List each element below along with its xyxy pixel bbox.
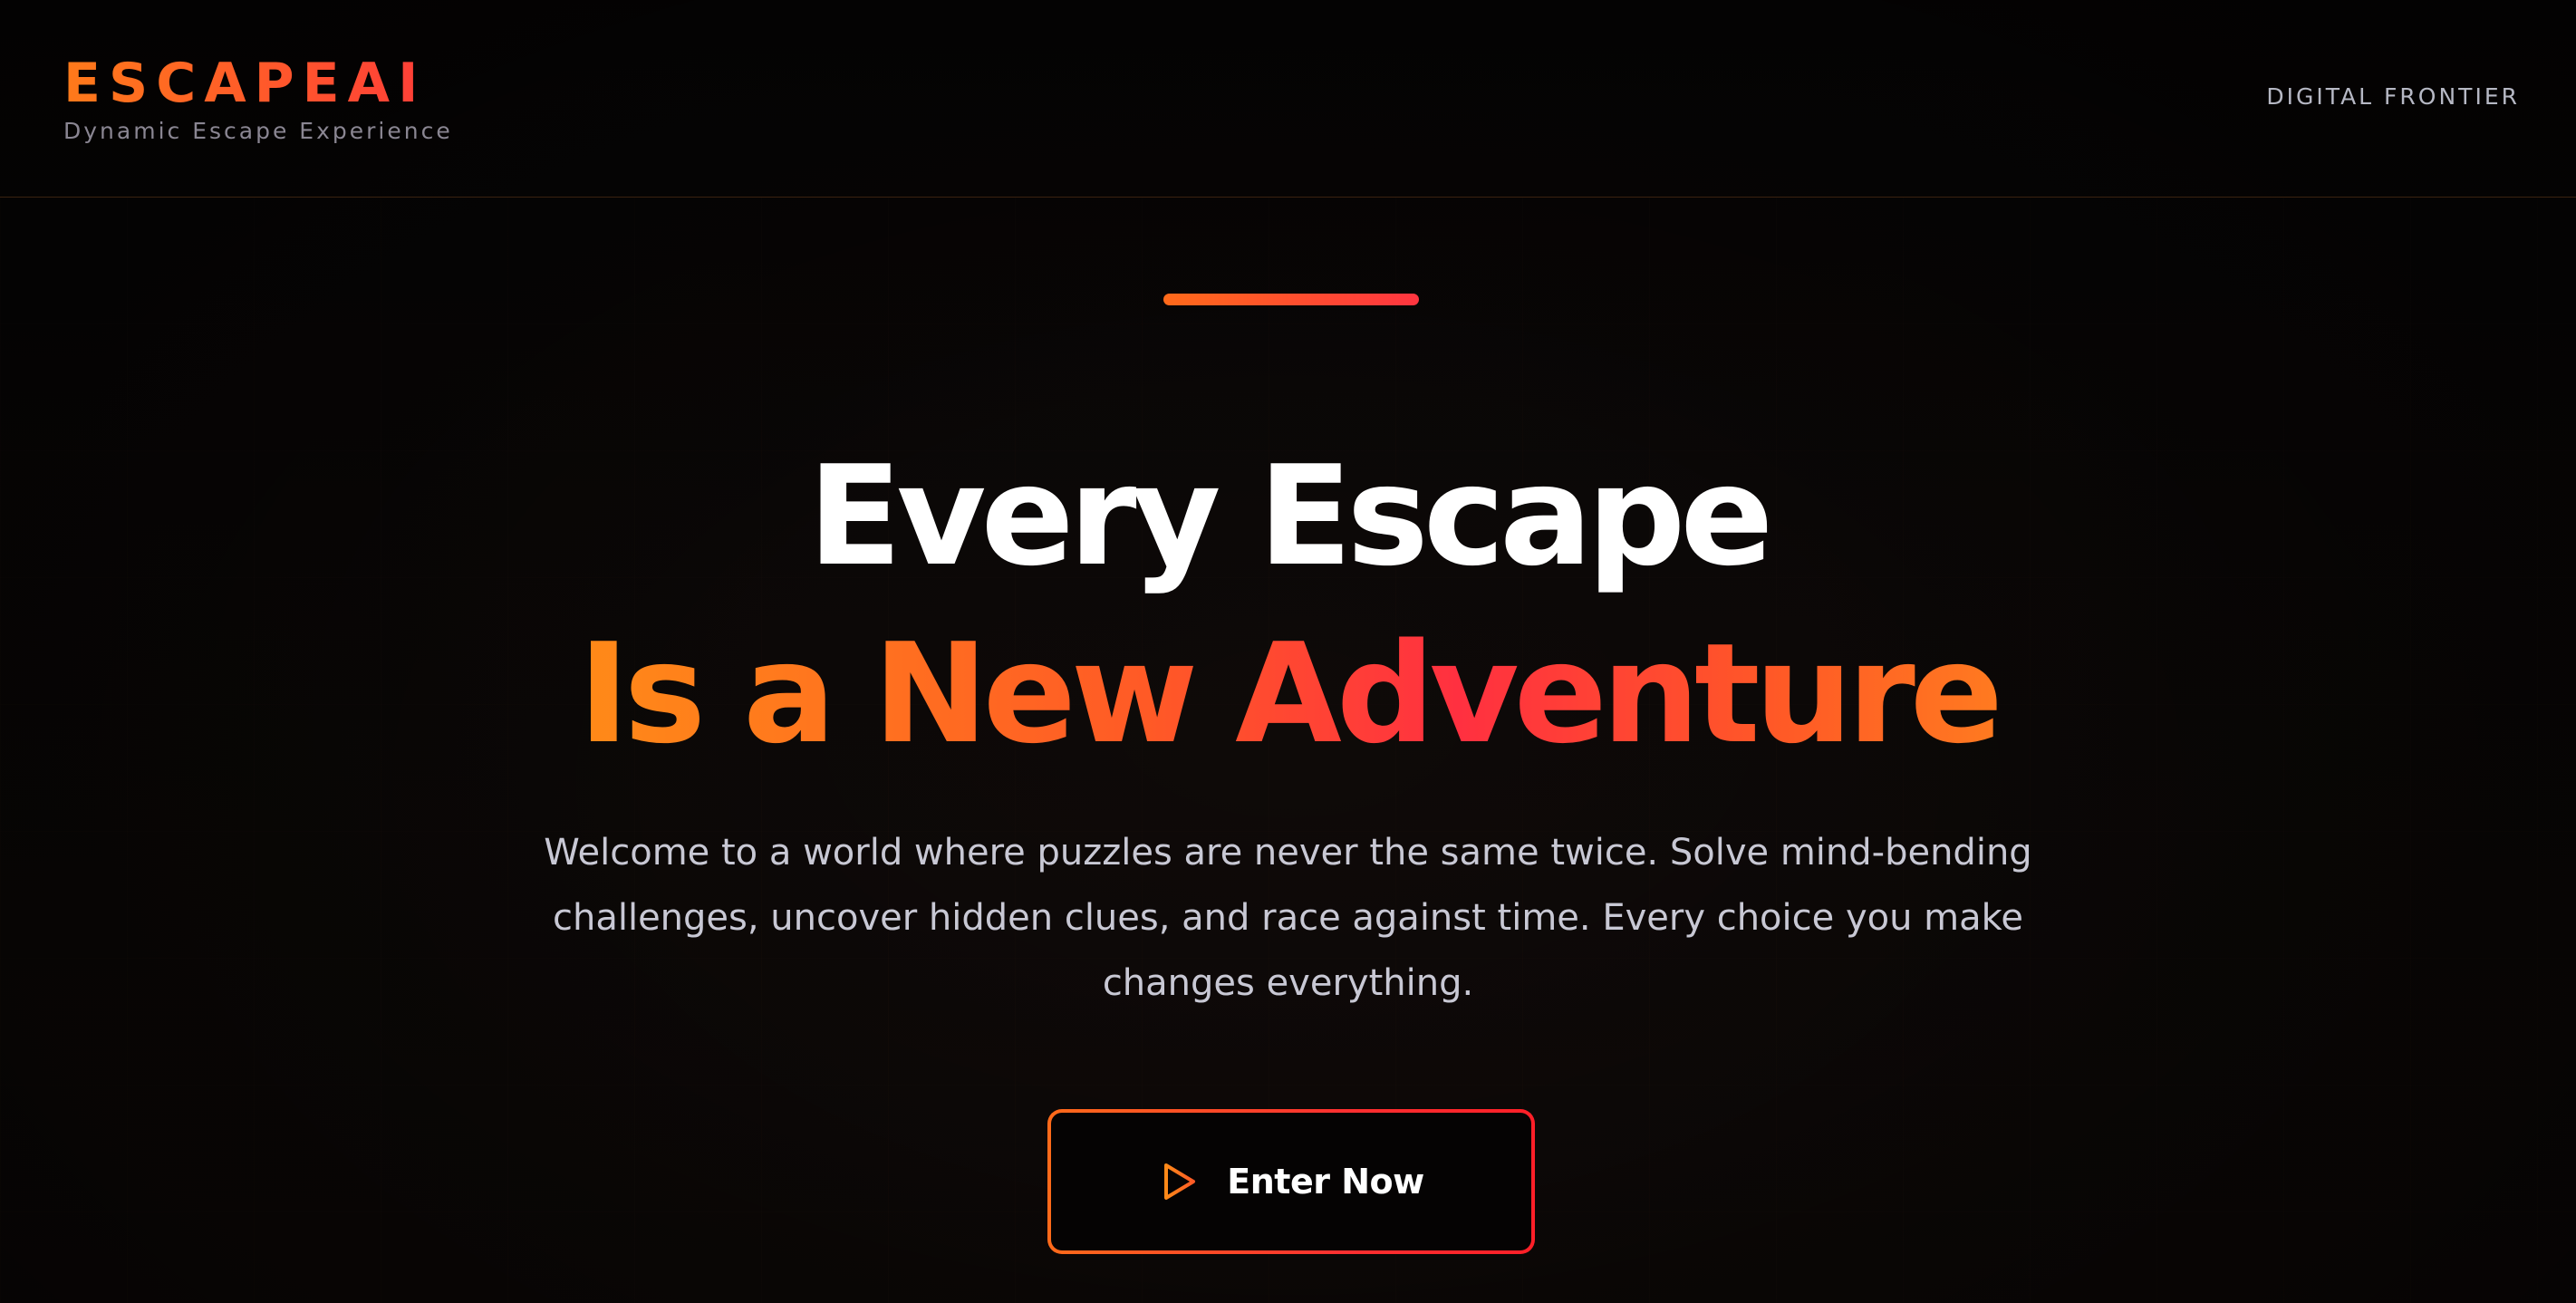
logo-text: ESCAPEAI	[63, 51, 453, 116]
site-header: ESCAPEAI Dynamic Escape Experience DIGIT…	[0, 0, 2576, 198]
landing-page: ESCAPEAI Dynamic Escape Experience DIGIT…	[0, 0, 2576, 1303]
hero-headline-line2: Is a New Adventure	[0, 613, 2576, 776]
play-icon	[1164, 1163, 1196, 1200]
enter-now-button[interactable]: Enter Now	[1047, 1109, 1535, 1254]
hero-headline-line2-text: Is a New Adventure	[578, 613, 2003, 774]
accent-divider	[1163, 294, 1419, 305]
enter-now-label: Enter Now	[1227, 1162, 1424, 1202]
hero-description: Welcome to a world where puzzles are nev…	[544, 832, 2032, 1004]
brand-tagline: Dynamic Escape Experience	[63, 118, 453, 144]
nav-link-digital-frontier[interactable]: DIGITAL FRONTIER	[2266, 82, 2520, 112]
hero-headline-line1: Every Escape	[807, 436, 1774, 596]
brand[interactable]: ESCAPEAI Dynamic Escape Experience	[63, 51, 453, 147]
